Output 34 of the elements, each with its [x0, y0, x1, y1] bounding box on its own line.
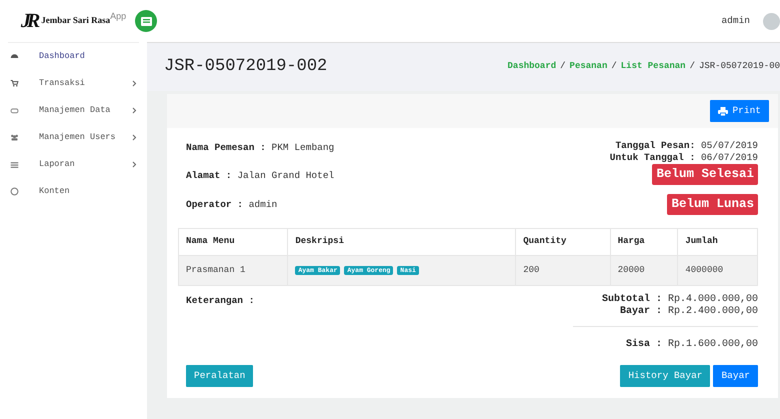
breadcrumb-separator: /: [690, 61, 695, 72]
pay-button[interactable]: Bayar: [713, 365, 758, 388]
table-cell: 20000: [610, 256, 678, 286]
breadcrumb-current: JSR-05072019-00: [698, 61, 780, 72]
notes-label: Keterangan :: [186, 294, 254, 308]
table-cell: Prasmanan 1: [178, 256, 288, 286]
user-name[interactable]: admin: [721, 14, 750, 28]
remaining-line: Sisa : Rp.1.600.000,00: [626, 339, 758, 350]
sidebar-item[interactable]: Dashboard: [0, 43, 147, 70]
sidebar-item[interactable]: Laporan: [0, 151, 147, 178]
date-line: Untuk Tanggal : 06/07/2019: [610, 152, 758, 163]
table-cell: 200: [516, 256, 610, 286]
column-header: Deskripsi: [288, 228, 516, 256]
printer-icon: [718, 106, 728, 116]
status-badge: Belum Lunas: [667, 194, 758, 214]
sidebar-item[interactable]: Manajemen Users: [0, 124, 147, 151]
print-button[interactable]: Print: [710, 100, 769, 122]
info-line: Operator : admin: [186, 198, 278, 210]
status-badge: Belum Selesai: [652, 164, 758, 185]
info-line: Nama Pemesan : PKM Lembang: [186, 142, 334, 153]
total-line: Subtotal : Rp.4.000.000,00: [602, 294, 758, 305]
sidebar-item[interactable]: Transaksi: [0, 70, 147, 97]
column-header: Nama Menu: [178, 228, 288, 256]
page-title: JSR-05072019-002: [164, 56, 328, 78]
avatar[interactable]: [763, 12, 780, 30]
table-cell: 4000000: [678, 256, 758, 286]
breadcrumb-separator: /: [611, 61, 617, 72]
sidebar-item[interactable]: Konten: [0, 178, 147, 205]
breadcrumb-separator: /: [560, 61, 566, 72]
sidebar-item[interactable]: Manajemen Data: [0, 97, 147, 124]
total-line: Bayar : Rp.2.400.000,00: [620, 306, 758, 317]
date-line: Tanggal Pesan: 05/07/2019: [615, 140, 758, 151]
info-line: Alamat : Jalan Grand Hotel: [186, 170, 334, 182]
logo-mark: JR: [20, 9, 36, 34]
